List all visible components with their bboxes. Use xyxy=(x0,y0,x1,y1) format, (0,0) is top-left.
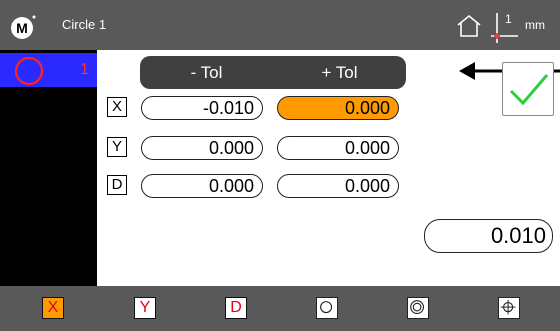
concentricity-button[interactable] xyxy=(407,297,429,319)
y-plus-tol-field[interactable]: 0.000 xyxy=(277,136,399,160)
d-button[interactable]: D xyxy=(225,297,247,319)
feature-list: 1 xyxy=(0,50,97,286)
row-label-d: D xyxy=(107,175,127,195)
position-button[interactable] xyxy=(498,297,520,319)
minus-tol-header: - Tol xyxy=(190,63,223,82)
feature-number: 1 xyxy=(80,61,89,78)
logo-letter: M xyxy=(16,20,28,36)
x-plus-tol-field[interactable]: 0.000 xyxy=(277,96,399,120)
circle-icon xyxy=(14,56,44,86)
concentric-circle-icon xyxy=(410,300,424,314)
feature-list-item[interactable]: 1 xyxy=(0,53,97,87)
tolerance-header: - Tol + Tol xyxy=(140,56,406,89)
d-minus-tol-field[interactable]: 0.000 xyxy=(141,174,263,198)
result-value-field[interactable]: 0.010 xyxy=(424,219,553,253)
logo-icon[interactable]: M xyxy=(9,13,37,41)
y-button[interactable]: Y xyxy=(134,297,156,319)
unit-label[interactable]: mm xyxy=(525,18,545,32)
confirm-button[interactable] xyxy=(502,62,554,116)
circle-icon xyxy=(320,301,333,314)
row-label-y: Y xyxy=(107,137,127,157)
x-minus-tol-field[interactable]: -0.010 xyxy=(141,96,263,120)
row-label-x: X xyxy=(107,97,127,117)
d-plus-tol-field[interactable]: 0.000 xyxy=(277,174,399,198)
x-button[interactable]: X xyxy=(42,297,64,319)
plus-tol-header: + Tol xyxy=(321,63,358,82)
top-bar: M Circle 1 1 mm xyxy=(0,0,560,50)
bottom-toolbar: X Y D xyxy=(0,286,560,331)
axis-number: 1 xyxy=(505,12,512,26)
crosshair-icon xyxy=(500,299,516,315)
circle-measure-button[interactable] xyxy=(316,297,338,319)
page-title: Circle 1 xyxy=(62,17,107,32)
home-icon[interactable] xyxy=(456,14,482,38)
checkmark-icon xyxy=(509,74,549,106)
y-minus-tol-field[interactable]: 0.000 xyxy=(141,136,263,160)
